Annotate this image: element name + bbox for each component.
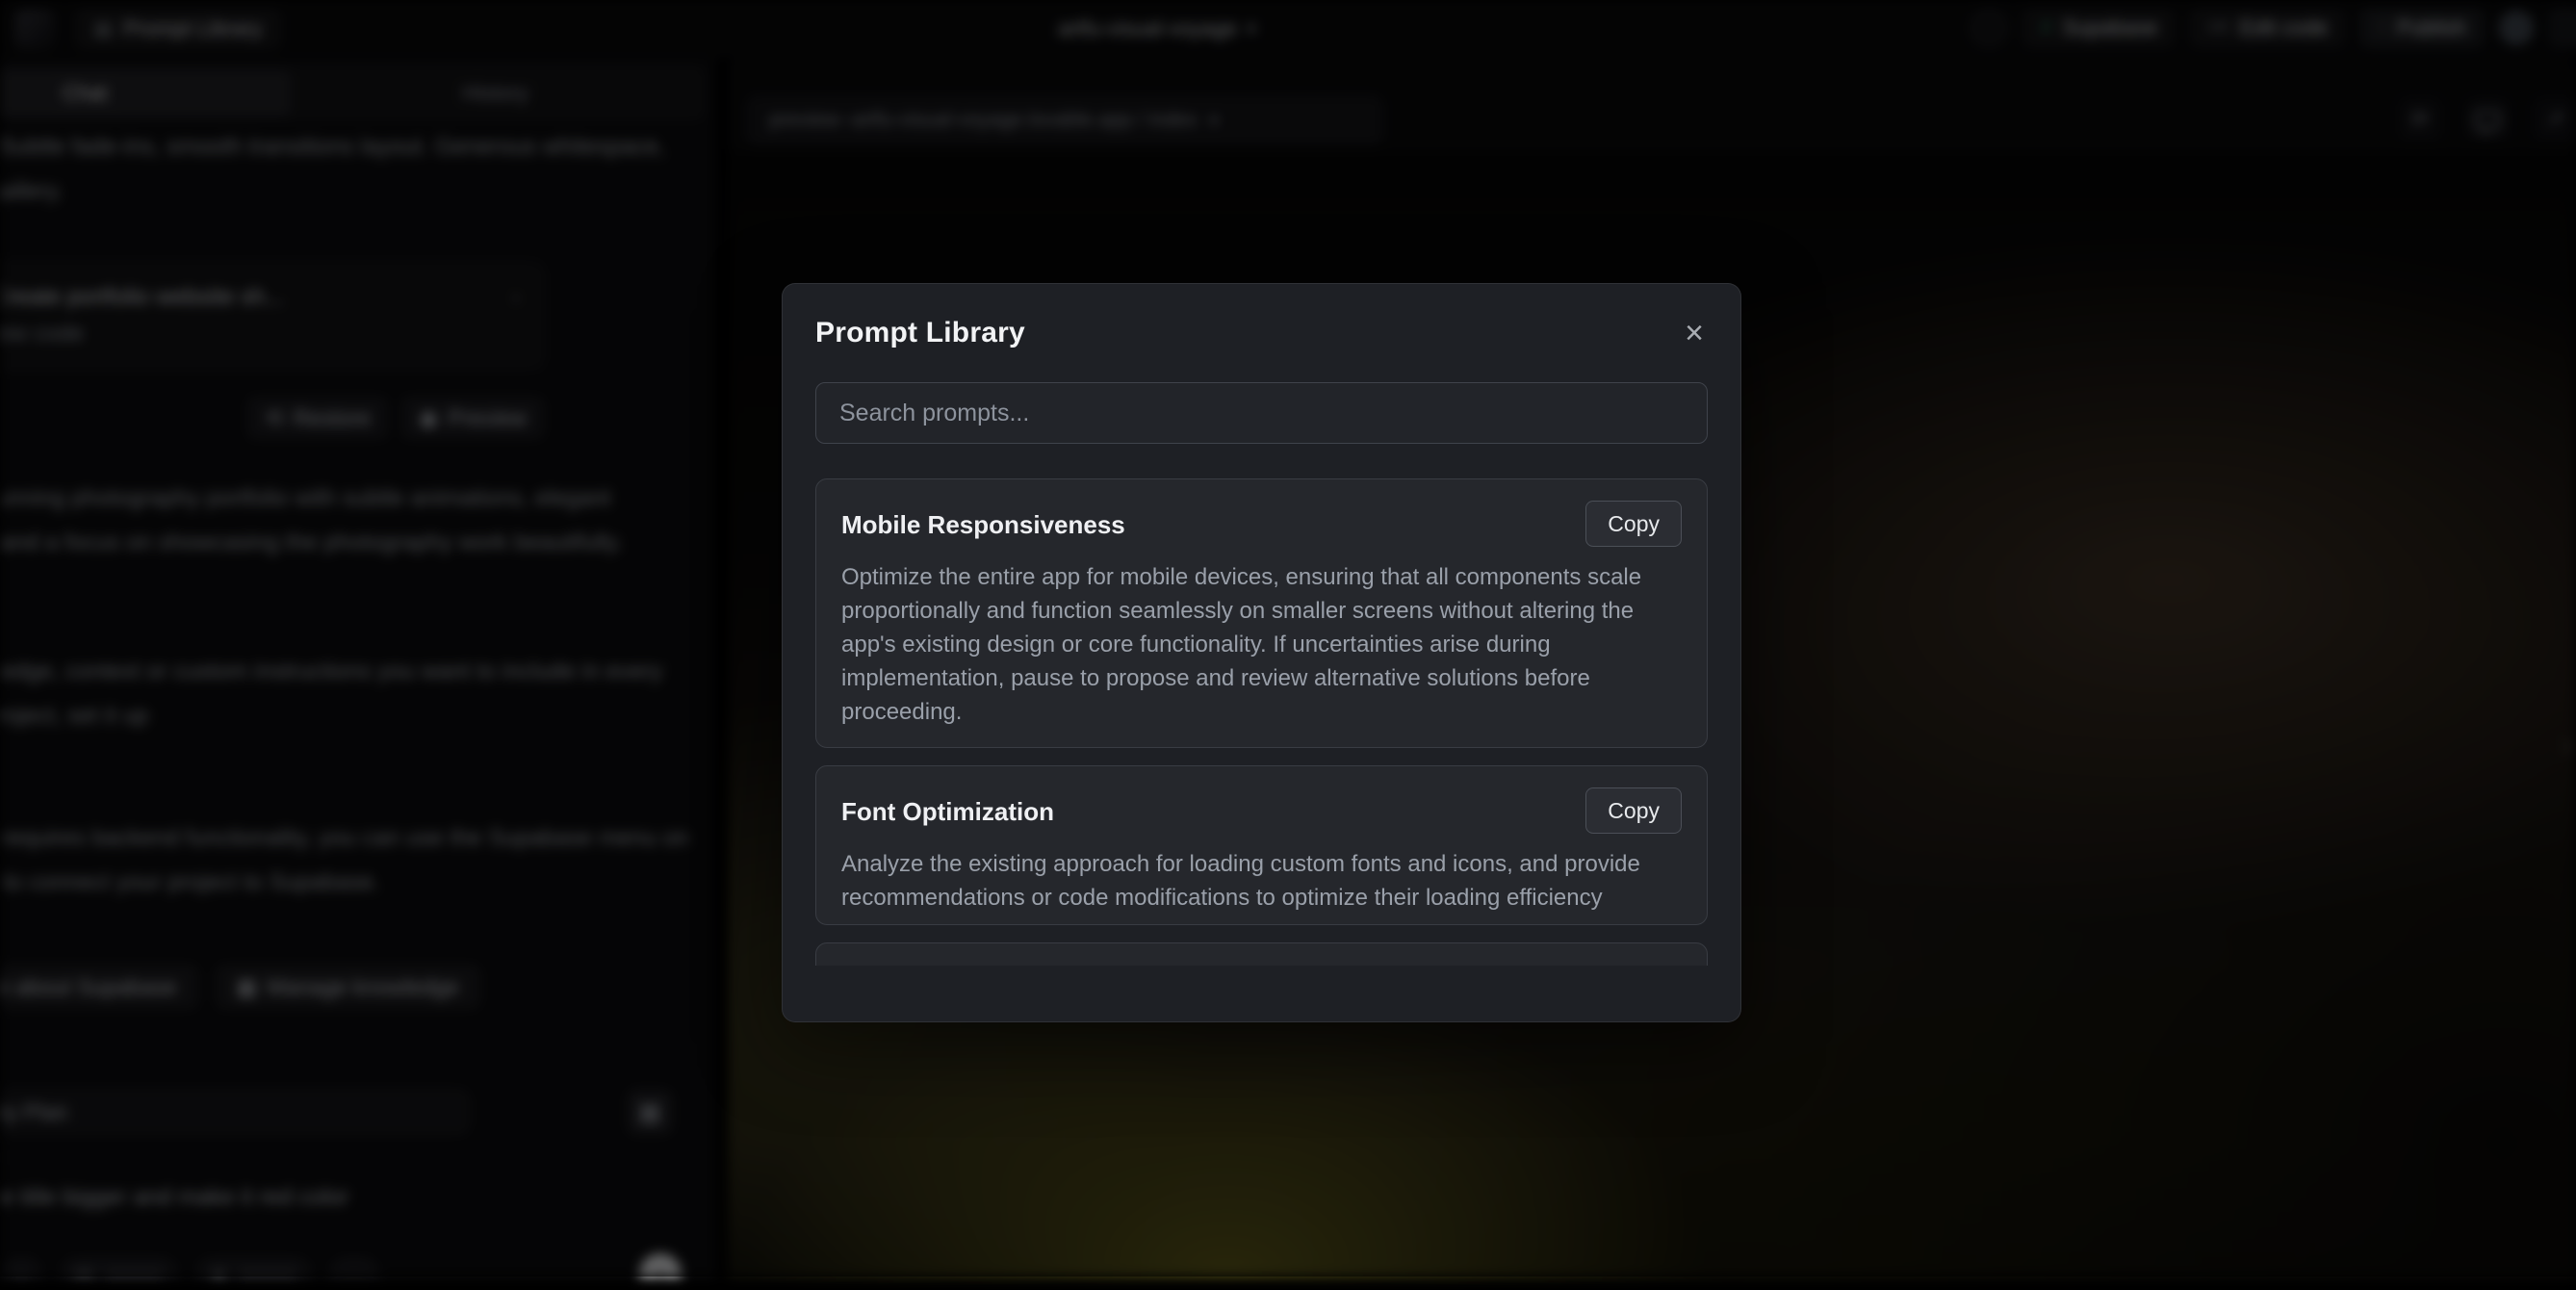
copy-button[interactable]: Copy [1585,501,1682,547]
search-prompts-input[interactable] [815,382,1708,444]
prompt-card: Font Optimization Copy Analyze the exist… [815,765,1708,925]
close-button[interactable]: × [1681,317,1708,349]
prompt-title: Font Optimization [841,797,1054,827]
modal-title: Prompt Library [815,317,1025,349]
close-icon: × [1685,315,1704,351]
prompt-card-clipped [815,942,1708,966]
prompt-description: Optimize the entire app for mobile devic… [841,560,1682,729]
prompt-title: Mobile Responsiveness [841,510,1125,540]
prompt-card: Mobile Responsiveness Copy Optimize the … [815,478,1708,748]
prompt-list: Mobile Responsiveness Copy Optimize the … [815,478,1708,966]
prompt-description: Analyze the existing approach for loadin… [841,847,1682,915]
copy-button[interactable]: Copy [1585,787,1682,834]
modal-header: Prompt Library × [815,317,1708,349]
prompt-library-modal: Prompt Library × Mobile Responsiveness C… [782,283,1741,1022]
